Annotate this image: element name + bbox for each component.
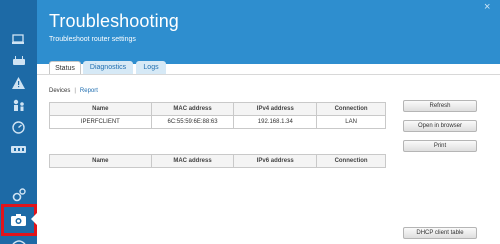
tab-logs[interactable]: Logs — [136, 61, 166, 74]
close-icon[interactable]: × — [484, 1, 490, 13]
troubleshooting-icon[interactable] — [8, 211, 29, 229]
parental-controls-icon[interactable] — [8, 96, 29, 114]
tab-diagnostics[interactable]: Diagnostics — [83, 61, 133, 74]
print-button[interactable]: Print — [403, 140, 477, 152]
ipv4-address-cell: 192.168.1.34 — [233, 115, 318, 129]
sidebar — [0, 0, 37, 244]
table-header-row: Name MAC address IPv6 address Connection — [49, 154, 386, 168]
tab-divider — [37, 74, 500, 75]
wifi-icon[interactable] — [8, 235, 29, 244]
page-title: Troubleshooting — [49, 11, 179, 31]
settings-icon[interactable] — [8, 186, 29, 204]
column-header: MAC address — [150, 154, 235, 168]
table-row[interactable]: IPERFCLIENT 6C:55:59:6E:88:63 192.168.1.… — [49, 115, 386, 129]
dhcp-client-table-button[interactable]: DHCP client table — [403, 227, 477, 239]
column-header: IPv4 address — [233, 102, 318, 116]
column-header: IPv6 address — [233, 154, 318, 168]
router-icon[interactable] — [8, 52, 29, 70]
devices-icon[interactable] — [8, 30, 29, 48]
tab-status[interactable]: Status — [49, 61, 81, 74]
active-pointer — [31, 213, 37, 225]
table-header-row: Name MAC address IPv4 address Connection — [49, 102, 386, 116]
ipv4-devices-table: Name MAC address IPv4 address Connection… — [49, 102, 386, 129]
refresh-button[interactable]: Refresh — [403, 100, 477, 112]
page-subtitle: Troubleshoot router settings — [49, 36, 136, 43]
header — [37, 0, 500, 64]
devices-label: Devices — [49, 88, 71, 94]
open-in-browser-button[interactable]: Open in browser — [403, 120, 477, 132]
devices-row: Devices | Report — [49, 88, 98, 94]
ipv6-devices-table: Name MAC address IPv6 address Connection — [49, 154, 386, 168]
device-name-cell: IPERFCLIENT — [49, 115, 152, 129]
report-link[interactable]: Report — [80, 88, 98, 94]
column-header: Name — [49, 154, 152, 168]
connection-cell: LAN — [316, 115, 386, 129]
column-header: Connection — [316, 102, 386, 116]
mac-address-cell: 6C:55:59:6E:88:63 — [150, 115, 235, 129]
separator: | — [74, 88, 76, 94]
column-header: Name — [49, 102, 152, 116]
column-header: MAC address — [150, 102, 235, 116]
alert-icon[interactable] — [8, 74, 29, 92]
network-map-icon[interactable] — [8, 140, 29, 158]
column-header: Connection — [316, 154, 386, 168]
speed-icon[interactable] — [8, 118, 29, 136]
